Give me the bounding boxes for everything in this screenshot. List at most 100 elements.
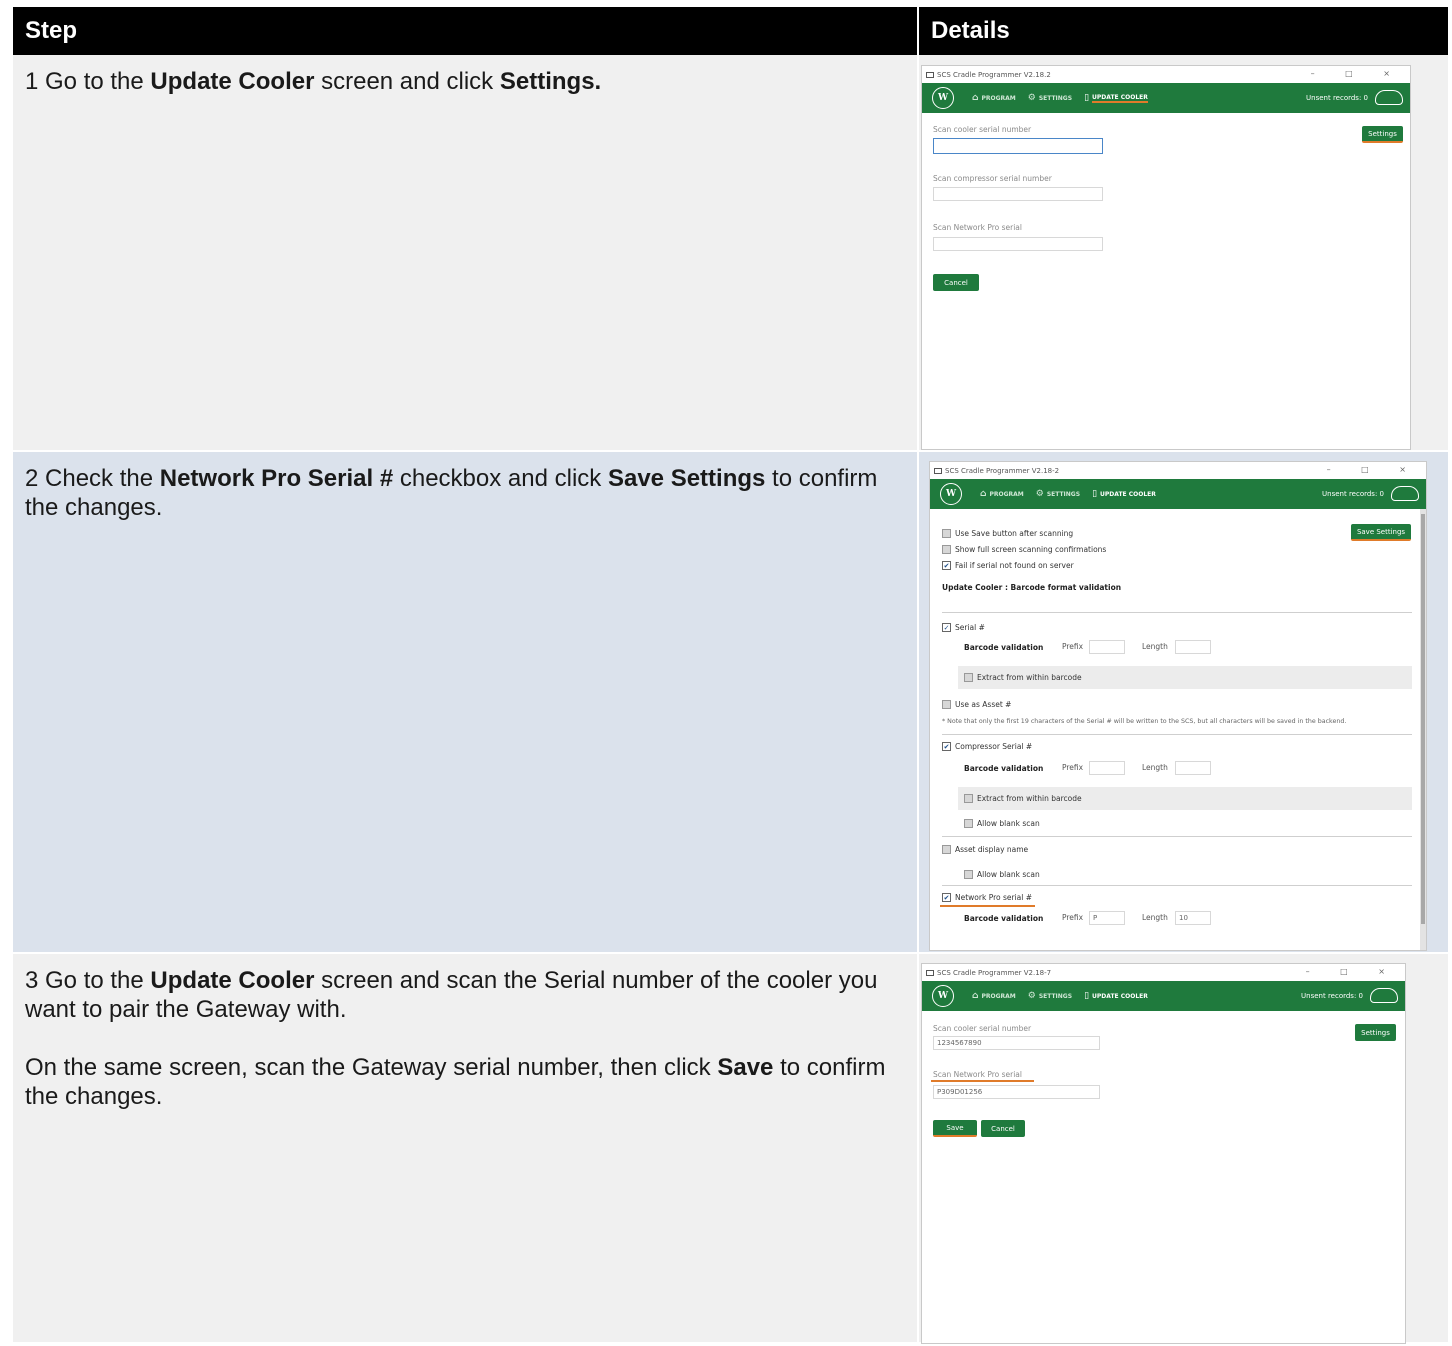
option-asset-display[interactable]: Asset display name [942, 845, 1028, 854]
check-icon[interactable]: ✔ [942, 742, 951, 751]
save-settings-button[interactable]: Save Settings [1351, 524, 1411, 541]
bold-text: Update Cooler [150, 967, 315, 994]
nav-program[interactable]: ⌂ PROGRAM [980, 489, 1024, 499]
option-fail-serial[interactable]: ✔ Fail if serial not found on server [942, 561, 1074, 570]
app-icon [934, 467, 942, 474]
divider [942, 836, 1412, 837]
checkbox[interactable] [964, 673, 973, 682]
step-text: 1 Go to the [25, 68, 151, 95]
bold-text: Update Cooler [150, 68, 315, 95]
checkbox[interactable] [964, 794, 973, 803]
barcode-validation-label: Barcode validation [964, 914, 1044, 923]
table-header: Step Details [13, 7, 1448, 55]
gear-icon: ⚙ [1035, 489, 1044, 499]
nav-update-cooler[interactable]: ▯ UPDATE COOLER [1084, 991, 1148, 1001]
nav-settings[interactable]: ⚙ SETTINGS [1028, 991, 1072, 1001]
compressor-serial-input[interactable] [933, 187, 1103, 201]
step-2-text: 2 Check the Network Pro Serial # checkbo… [13, 452, 917, 952]
table-row: 1 Go to the Update Cooler screen and cli… [13, 55, 1448, 452]
checkbox[interactable] [942, 529, 951, 538]
prefix-label: Prefix [1062, 763, 1084, 772]
screenshot-settings: SCS Cradle Programmer V2.18-2 – □ × W ⌂ P… [929, 461, 1427, 951]
cooler-serial-label: Scan cooler serial number [933, 125, 1032, 134]
window-controls[interactable]: – □ × [1327, 465, 1420, 474]
unsent-records: Unsent records: 0 [1306, 94, 1368, 102]
unsent-records: Unsent records: 0 [1322, 490, 1384, 498]
check-icon[interactable]: ✓ [942, 623, 951, 632]
length-label: Length [1142, 913, 1168, 922]
check-icon[interactable]: ✔ [942, 893, 951, 902]
window-title: SCS Cradle Programmer V2.18-2 [945, 466, 1060, 475]
step-3-details: SCS Cradle Programmer V2.18-7 – □ × W ⌂ P… [917, 954, 1448, 1344]
cooler-serial-input[interactable] [933, 138, 1103, 154]
unsent-records: Unsent records: 0 [1301, 992, 1363, 1000]
nav-program[interactable]: ⌂ PROGRAM [972, 93, 1016, 103]
divider [942, 734, 1412, 735]
nav-update-cooler[interactable]: ▯ UPDATE COOLER [1084, 93, 1148, 103]
settings-button[interactable]: Settings [1362, 126, 1403, 143]
cancel-button[interactable]: Cancel [981, 1120, 1025, 1137]
option-network-pro[interactable]: ✔ Network Pro serial # [942, 893, 1032, 902]
network-pro-serial-label: Scan Network Pro serial [933, 1070, 1022, 1079]
nav-settings[interactable]: ⚙ SETTINGS [1028, 93, 1072, 103]
window-controls[interactable]: – □ × [1306, 967, 1399, 976]
checkbox[interactable] [942, 845, 951, 854]
cloud-icon[interactable] [1375, 90, 1403, 105]
serial-length-input[interactable] [1175, 640, 1211, 654]
highlight-underline [940, 905, 1035, 907]
save-button[interactable]: Save [933, 1120, 977, 1137]
network-pro-length-input[interactable]: 10 [1175, 911, 1211, 925]
home-icon: ⌂ [972, 991, 979, 1001]
network-pro-serial-input[interactable]: P309D01256 [933, 1085, 1100, 1099]
cloud-icon[interactable] [1370, 988, 1398, 1003]
nav-settings[interactable]: ⚙ SETTINGS [1036, 489, 1080, 499]
step-text: 2 Check the [25, 465, 160, 492]
app-icon [926, 969, 934, 976]
window-titlebar: SCS Cradle Programmer V2.18-7 – □ × [922, 964, 1405, 981]
checkbox[interactable] [964, 819, 973, 828]
step-1-details: SCS Cradle Programmer V2.18.2 – □ × W ⌂ P… [917, 55, 1448, 450]
length-label: Length [1142, 763, 1168, 772]
option-use-save[interactable]: Use Save button after scanning [942, 529, 1073, 538]
compressor-prefix-input[interactable] [1089, 761, 1125, 775]
checkbox[interactable] [964, 870, 973, 879]
check-icon[interactable]: ✔ [942, 561, 951, 570]
network-pro-serial-input[interactable] [933, 237, 1103, 251]
window-title: SCS Cradle Programmer V2.18.2 [937, 70, 1051, 79]
scrollbar-thumb[interactable] [1421, 514, 1425, 924]
cooler-icon: ▯ [1084, 991, 1090, 1001]
option-use-asset[interactable]: Use as Asset # [942, 700, 1011, 709]
window-title: SCS Cradle Programmer V2.18-7 [937, 968, 1052, 977]
prefix-label: Prefix [1062, 913, 1084, 922]
checkbox[interactable] [942, 700, 951, 709]
option-allow-blank[interactable]: Allow blank scan [964, 870, 1040, 879]
barcode-validation-label: Barcode validation [964, 643, 1044, 652]
option-extract-compressor[interactable]: Extract from within barcode [964, 794, 1082, 803]
serial-prefix-input[interactable] [1089, 640, 1125, 654]
checkbox[interactable] [942, 545, 951, 554]
cloud-icon[interactable] [1391, 486, 1419, 501]
window-titlebar: SCS Cradle Programmer V2.18-2 – □ × [930, 462, 1426, 479]
option-serial[interactable]: ✓ Serial # [942, 623, 985, 632]
option-allow-blank[interactable]: Allow blank scan [964, 819, 1040, 828]
option-compressor[interactable]: ✔ Compressor Serial # [942, 742, 1032, 751]
table-row: 2 Check the Network Pro Serial # checkbo… [13, 452, 1448, 954]
divider [942, 612, 1412, 613]
compressor-length-input[interactable] [1175, 761, 1211, 775]
cancel-button[interactable]: Cancel [933, 274, 979, 291]
serial-note: * Note that only the first 19 characters… [942, 718, 1347, 725]
cooler-serial-input[interactable]: 1234567890 [933, 1036, 1100, 1050]
window-controls[interactable]: – □ × [1311, 69, 1404, 78]
nav-program[interactable]: ⌂ PROGRAM [972, 991, 1016, 1001]
section-title: Update Cooler : Barcode format validatio… [942, 583, 1122, 592]
step-2-details: SCS Cradle Programmer V2.18-2 – □ × W ⌂ P… [917, 452, 1448, 952]
option-full-screen[interactable]: Show full screen scanning confirmations [942, 545, 1106, 554]
nav-update-cooler[interactable]: ▯ UPDATE COOLER [1092, 489, 1156, 499]
prefix-label: Prefix [1062, 642, 1084, 651]
highlight-underline [931, 1080, 1034, 1082]
step-1-text: 1 Go to the Update Cooler screen and cli… [13, 55, 917, 450]
header-details: Details [917, 7, 1448, 55]
option-extract[interactable]: Extract from within barcode [964, 673, 1082, 682]
settings-button[interactable]: Settings [1355, 1024, 1396, 1041]
network-pro-prefix-input[interactable]: P [1089, 911, 1125, 925]
